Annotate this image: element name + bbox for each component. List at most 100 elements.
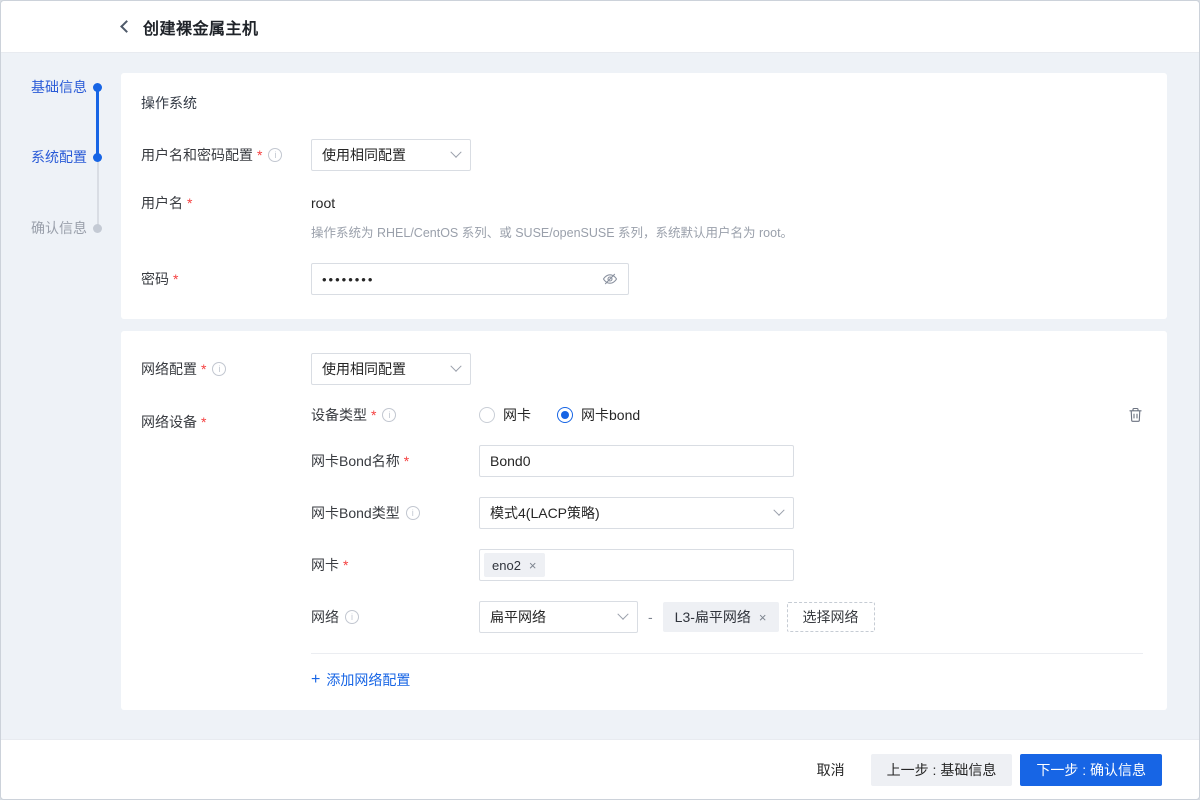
step-dot xyxy=(93,152,102,162)
network-config-select[interactable]: 使用相同配置 xyxy=(311,353,471,385)
label-text: 网卡Bond类型 xyxy=(311,505,400,521)
tag-text: L3-扁平网络 xyxy=(674,609,751,625)
step-dot xyxy=(93,223,102,233)
step-dot xyxy=(93,82,102,92)
tag-close-icon[interactable]: × xyxy=(529,558,537,573)
label-text: 网络 xyxy=(311,609,339,625)
network-type-select[interactable]: 扁平网络 xyxy=(479,601,638,633)
info-icon[interactable]: i xyxy=(382,408,397,422)
required-mark: * xyxy=(201,361,207,377)
step-connector-pending xyxy=(97,161,99,225)
add-link-label: 添加网络配置 xyxy=(326,672,411,688)
step-basic-info[interactable]: 基础信息 xyxy=(1,77,102,97)
label-text: 网卡 xyxy=(311,557,339,573)
os-section-title: 操作系统 xyxy=(141,95,197,111)
info-icon[interactable]: i xyxy=(345,610,359,624)
choose-network-button[interactable]: 选择网络 xyxy=(786,602,875,632)
required-mark: * xyxy=(371,407,377,423)
step-label: 确认信息 xyxy=(31,220,87,236)
radio-option-nic[interactable]: 网卡 xyxy=(479,405,531,425)
label-text: 密码 xyxy=(141,271,169,287)
step-connector-done xyxy=(96,91,99,155)
separator-dash: - xyxy=(648,609,653,625)
username-row: 用户名 * root 操作系统为 RHEL/CentOS 系列、或 SUSE/o… xyxy=(141,191,1143,241)
network-device-row: 网络设备 * 设备类型 * i 网卡 网卡bond 网卡Bond名称 * Bon… xyxy=(141,405,1143,690)
form-main: 操作系统 用户名和密码配置 * i 使用相同配置 用户名 * root 操作系统… xyxy=(121,73,1167,710)
add-network-config-link[interactable]: + 添加网络配置 xyxy=(311,670,410,690)
bond-name-row: 网卡Bond名称 * xyxy=(311,445,1143,477)
label-text: 网卡Bond名称 xyxy=(311,453,400,469)
radio-label: 网卡bond xyxy=(581,407,641,423)
required-mark: * xyxy=(187,195,193,211)
required-mark: * xyxy=(257,147,263,163)
username-label: 用户名 * xyxy=(141,191,311,213)
select-value: 使用相同配置 xyxy=(322,147,406,163)
step-label: 基础信息 xyxy=(31,79,87,95)
required-mark: * xyxy=(201,414,207,430)
label-text: 网络配置 xyxy=(141,361,197,377)
bond-type-row: 网卡Bond类型 i 模式4(LACP策略) xyxy=(311,497,1143,529)
device-type-label: 设备类型 * i xyxy=(311,405,479,425)
radio-icon xyxy=(479,407,495,423)
back-icon[interactable] xyxy=(120,20,133,33)
radio-icon-checked xyxy=(557,407,573,423)
label-text: 网络设备 xyxy=(141,414,197,430)
bond-type-select[interactable]: 模式4(LACP策略) xyxy=(479,497,794,529)
bond-name-label: 网卡Bond名称 * xyxy=(311,451,479,471)
next-step-button[interactable]: 下一步 : 确认信息 xyxy=(1020,753,1162,786)
bond-name-field-wrap xyxy=(479,445,794,477)
step-nav: 基础信息 系统配置 确认信息 xyxy=(1,53,121,739)
network-tag: L3-扁平网络 × xyxy=(662,602,779,632)
bond-type-label: 网卡Bond类型 i xyxy=(311,503,479,523)
network-device-label: 网络设备 * xyxy=(141,405,311,432)
device-config-group: 设备类型 * i 网卡 网卡bond 网卡Bond名称 * Bond0 网卡Bo… xyxy=(311,405,1143,690)
password-label: 密码 * xyxy=(141,269,311,289)
plus-icon: + xyxy=(311,671,321,688)
tag-close-icon[interactable]: × xyxy=(759,610,767,625)
label-text: 用户名和密码配置 xyxy=(141,147,253,163)
tag-text: eno2 xyxy=(492,557,521,573)
password-input[interactable]: •••••••• xyxy=(311,263,629,295)
nic-row: 网卡 * eno2 × xyxy=(311,549,1143,581)
bond-name-input[interactable] xyxy=(479,445,794,477)
cancel-button[interactable]: 取消 xyxy=(813,754,849,786)
credential-mode-select[interactable]: 使用相同配置 xyxy=(311,139,471,171)
password-row: 密码 * •••••••• xyxy=(141,263,1143,295)
network-row: 网络 i 扁平网络 - L3-扁平网络 × 选择网络 xyxy=(311,601,1143,633)
trash-icon[interactable] xyxy=(1128,407,1143,423)
group-divider xyxy=(311,653,1143,654)
select-value: 模式4(LACP策略) xyxy=(490,505,600,521)
page-title: 创建裸金属主机 xyxy=(143,20,259,38)
chevron-down-icon xyxy=(450,360,462,372)
info-icon[interactable]: i xyxy=(405,506,420,520)
content-area: 基础信息 系统配置 确认信息 操作系统 用户名和密码配置 * i 使用相同配置 … xyxy=(1,53,1199,739)
os-card: 操作系统 用户名和密码配置 * i 使用相同配置 用户名 * root 操作系统… xyxy=(121,73,1167,319)
password-masked-value: •••••••• xyxy=(322,271,375,287)
info-icon[interactable]: i xyxy=(268,148,283,162)
chevron-down-icon xyxy=(617,608,629,620)
info-icon[interactable]: i xyxy=(212,362,227,376)
prev-step-button[interactable]: 上一步 : 基础信息 xyxy=(870,753,1013,786)
step-confirm-info[interactable]: 确认信息 xyxy=(1,218,102,238)
label-text: 设备类型 xyxy=(311,407,367,423)
radio-option-nic-bond[interactable]: 网卡bond xyxy=(557,405,640,425)
credential-mode-row: 用户名和密码配置 * i 使用相同配置 xyxy=(141,139,1143,171)
radio-label: 网卡 xyxy=(503,407,531,423)
network-config-row: 网络配置 * i 使用相同配置 xyxy=(141,353,1143,385)
step-label: 系统配置 xyxy=(31,149,87,165)
step-system-config[interactable]: 系统配置 xyxy=(1,147,102,167)
eye-invisible-icon[interactable] xyxy=(602,271,618,287)
required-mark: * xyxy=(173,271,179,287)
username-value-block: root 操作系统为 RHEL/CentOS 系列、或 SUSE/openSUS… xyxy=(311,191,793,241)
device-type-row: 设备类型 * i 网卡 网卡bond xyxy=(311,405,1143,425)
nic-tag: eno2 × xyxy=(484,553,545,577)
label-text: 用户名 xyxy=(141,195,183,211)
network-card: 网络配置 * i 使用相同配置 网络设备 * 设备类型 * i 网卡 网卡bon… xyxy=(121,331,1167,710)
page-header: 创建裸金属主机 xyxy=(1,1,1199,53)
nic-label: 网卡 * xyxy=(311,555,479,575)
required-mark: * xyxy=(403,453,410,469)
create-baremetal-host-page: 创建裸金属主机 基础信息 系统配置 确认信息 操作系统 用户名和密码配置 * i… xyxy=(0,0,1200,800)
select-value: 使用相同配置 xyxy=(322,361,406,377)
nic-multiselect-input[interactable]: eno2 × xyxy=(479,549,794,581)
chevron-down-icon xyxy=(773,504,785,516)
